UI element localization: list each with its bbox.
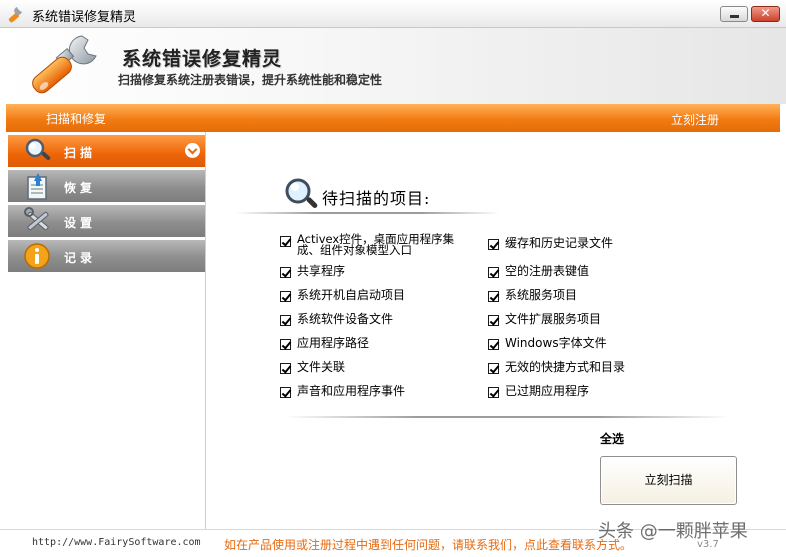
wrench-icon xyxy=(32,35,97,94)
checkbox-mark[interactable] xyxy=(488,291,499,302)
divider xyxy=(235,212,500,214)
tools-icon xyxy=(24,207,49,231)
checkbox-mark[interactable] xyxy=(280,236,291,247)
checkbox-system-services[interactable]: 系统服务项目 xyxy=(488,289,577,302)
contact-link[interactable]: 如在产品使用或注册过程中遇到任何问题，请联系我们，点此查看联系方式。 xyxy=(224,536,632,553)
close-button[interactable]: ✕ xyxy=(751,6,780,22)
checkbox-mark[interactable] xyxy=(280,267,291,278)
checkbox-label: 已过期应用程序 xyxy=(505,384,590,398)
register-now-link[interactable]: 立刻注册 xyxy=(671,111,719,128)
header-title: 系统错误修复精灵 xyxy=(122,48,283,70)
status-bar: http://www.FairySoftware.com 如在产品使用或注册过程… xyxy=(0,521,786,557)
checkbox-windows-fonts[interactable]: Windows字体文件 xyxy=(488,337,607,350)
checkbox-label: 系统服务项目 xyxy=(505,288,578,302)
checkbox-mark[interactable] xyxy=(488,267,499,278)
checkbox-mark[interactable] xyxy=(280,387,291,398)
nav-section-label: 扫描和修复 xyxy=(46,112,107,126)
magnifier-icon xyxy=(285,178,318,209)
close-icon: ✕ xyxy=(760,6,771,20)
sidebar-item-label: 恢复 xyxy=(64,181,97,195)
checkbox-label: Windows字体文件 xyxy=(505,336,607,350)
scan-panel: 待扫描的项目: Activex控件，桌面应用程序集成、组件对象模型入口 共享程序… xyxy=(207,132,780,529)
checkbox-mark[interactable] xyxy=(488,339,499,350)
checkbox-file-extensions[interactable]: 文件扩展服务项目 xyxy=(488,313,601,326)
magnifier-icon xyxy=(25,138,51,161)
minimize-button[interactable] xyxy=(720,6,748,22)
checkbox-label: 无效的快捷方式和目录 xyxy=(505,360,626,374)
checkbox-file-associations[interactable]: 文件关联 xyxy=(280,361,345,374)
checkbox-label: 系统开机自启动项目 xyxy=(297,288,406,302)
sidebar-item-settings[interactable]: 设置 xyxy=(8,205,205,237)
sidebar-item-log[interactable]: 记录 xyxy=(8,240,205,272)
checkbox-label: 声音和应用程序事件 xyxy=(297,384,406,398)
nav-bar: 扫描和修复 立刻注册 xyxy=(6,104,780,132)
checkbox-mark[interactable] xyxy=(280,363,291,374)
divider xyxy=(285,416,730,418)
checkbox-empty-keys[interactable]: 空的注册表键值 xyxy=(488,265,589,278)
sidebar-item-scan[interactable]: 扫描 xyxy=(8,135,205,167)
restore-icon xyxy=(27,173,47,200)
checkbox-shared-programs[interactable]: 共享程序 xyxy=(280,265,345,278)
sidebar-item-label: 记录 xyxy=(64,251,97,265)
checkbox-mark[interactable] xyxy=(280,315,291,326)
checkbox-expired-apps[interactable]: 已过期应用程序 xyxy=(488,385,589,398)
checkbox-device-files[interactable]: 系统软件设备文件 xyxy=(280,313,393,326)
checkbox-label: 系统软件设备文件 xyxy=(297,312,394,326)
section-title: 待扫描的项目: xyxy=(322,189,431,208)
sidebar: 扫描 恢复 设置 记录 xyxy=(6,132,206,529)
checkbox-mark[interactable] xyxy=(488,363,499,374)
chevron-down-icon xyxy=(185,143,200,158)
checkbox-sound-events[interactable]: 声音和应用程序事件 xyxy=(280,385,405,398)
title-bar: 系统错误修复精灵 ✕ xyxy=(0,0,786,28)
checkbox-cache-history[interactable]: 缓存和历史记录文件 xyxy=(488,237,613,250)
sidebar-item-restore[interactable]: 恢复 xyxy=(8,170,205,202)
watermark: 头条 @一颗胖苹果 xyxy=(598,521,748,542)
sidebar-item-label: 扫描 xyxy=(64,146,97,160)
website-url: http://www.FairySoftware.com xyxy=(32,537,201,548)
checkbox-label: 文件关联 xyxy=(297,360,346,374)
header-subtitle: 扫描修复系统注册表错误，提升系统性能和稳定性 xyxy=(118,73,383,87)
checkbox-label: 文件扩展服务项目 xyxy=(505,312,602,326)
checkbox-mark[interactable] xyxy=(280,339,291,350)
checkbox-label: 共享程序 xyxy=(297,264,346,278)
scan-now-button[interactable]: 立刻扫描 xyxy=(600,456,737,505)
info-icon xyxy=(24,243,50,269)
checkbox-app-paths[interactable]: 应用程序路径 xyxy=(280,337,369,350)
checkbox-activex[interactable]: Activex控件，桌面应用程序集成、组件对象模型入口 xyxy=(280,232,475,257)
checkbox-label: 空的注册表键值 xyxy=(505,264,590,278)
window-title: 系统错误修复精灵 xyxy=(32,10,137,25)
checkbox-label: Activex控件，桌面应用程序集成、组件对象模型入口 xyxy=(297,232,455,257)
checkbox-label: 应用程序路径 xyxy=(297,336,370,350)
checkbox-mark[interactable] xyxy=(280,291,291,302)
select-all-link[interactable]: 全选 xyxy=(600,430,624,447)
checkbox-invalid-shortcuts[interactable]: 无效的快捷方式和目录 xyxy=(488,361,625,374)
checkbox-startup-items[interactable]: 系统开机自启动项目 xyxy=(280,289,405,302)
sidebar-item-label: 设置 xyxy=(64,216,97,230)
app-header: 系统错误修复精灵 扫描修复系统注册表错误，提升系统性能和稳定性 xyxy=(0,28,786,104)
checkbox-mark[interactable] xyxy=(488,315,499,326)
checkbox-mark[interactable] xyxy=(488,239,499,250)
checkbox-mark[interactable] xyxy=(488,387,499,398)
app-wrench-icon xyxy=(8,7,22,23)
checkbox-label: 缓存和历史记录文件 xyxy=(505,236,614,250)
